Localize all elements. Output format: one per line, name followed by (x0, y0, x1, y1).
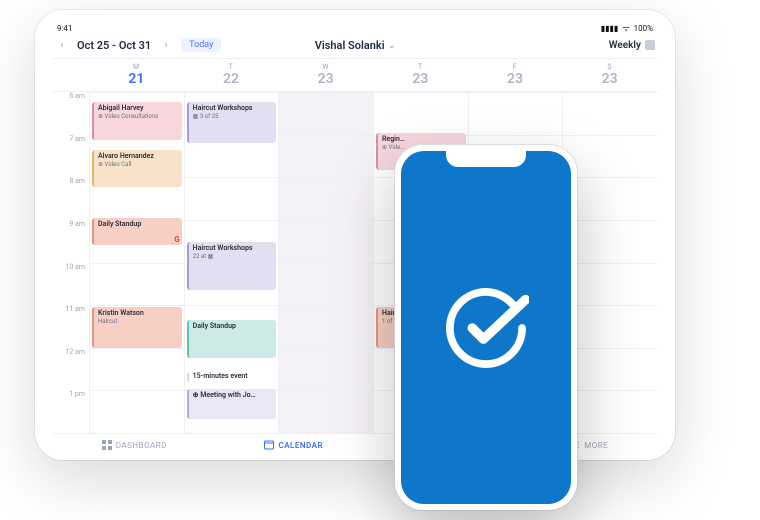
profile-name-label: Vishal Solanki (315, 39, 385, 52)
tablet-frame: 9:41 ▮▮▮▮ ᯤ 100% ‹ Oct 25 - Oct 31 › Tod… (35, 10, 675, 460)
tab-label: DASHBOARD (116, 441, 167, 450)
tab-dashboard[interactable]: DASHBOARD (102, 440, 167, 450)
event-subtitle: ⊕ Video Consultations (98, 114, 178, 121)
event-title: Haircut Workshops (193, 245, 273, 253)
calendar-event[interactable]: ⊕ Meeting with Jo… (187, 389, 277, 420)
date-range-label[interactable]: Oct 25 - Oct 31 (77, 39, 151, 52)
weekday-num: 23 (468, 71, 563, 87)
profile-selector[interactable]: Vishal Solanki ⌄ (315, 39, 396, 52)
google-badge-icon: G (174, 236, 179, 245)
calendar-event[interactable]: Haircut Workshops22 at ▦ (187, 242, 277, 290)
event-title: Daily Standup (98, 221, 178, 229)
calendar-event[interactable]: Abigail Harvey⊕ Video Consultations (92, 102, 182, 140)
day-column[interactable]: Day off (278, 92, 373, 433)
weekday-dow: T (373, 63, 468, 71)
hour-label: 6 am (53, 92, 89, 135)
event-subtitle: Haircut (98, 319, 178, 326)
weekday-col[interactable]: S 23 (562, 63, 657, 87)
hour-label: 9 am (53, 220, 89, 263)
chevron-down-icon: ⌄ (389, 41, 396, 50)
hour-label: 12 am (53, 348, 89, 391)
calendar-event[interactable]: Daily Standup G (92, 218, 182, 245)
hour-label: 11 am (53, 305, 89, 348)
calendar-event[interactable]: Alvaro Hernandez⊕ Video Call (92, 150, 182, 188)
calendar-icon (264, 440, 274, 450)
event-title: Kristin Watson (98, 310, 178, 318)
weekday-col[interactable]: T 23 (373, 63, 468, 87)
grid-icon (645, 40, 655, 50)
tab-label: CALENDAR (278, 441, 323, 450)
view-mode-label: Weekly (609, 40, 641, 51)
weekday-col[interactable]: F 23 (468, 63, 563, 87)
weekday-num: 23 (562, 71, 657, 87)
day-column[interactable]: Abigail Harvey⊕ Video Consultations Alvar… (89, 92, 184, 433)
event-title: Regin… (382, 136, 462, 144)
view-mode-toggle[interactable]: Weekly (609, 40, 655, 51)
event-title: Abigail Harvey (98, 105, 178, 113)
weekday-dow: T (184, 63, 279, 71)
event-title: Haircut Workshops (193, 105, 273, 113)
event-title: 15-minutes event (193, 373, 248, 381)
hour-gutter: 6 am 7 am 8 am 9 am 10 am 11 am 12 am 1 … (53, 92, 89, 433)
tab-calendar[interactable]: CALENDAR (264, 440, 323, 450)
tab-label: MORE (584, 441, 608, 450)
weekday-dow: W (278, 63, 373, 71)
weekday-num: 22 (184, 71, 279, 87)
calendar-event[interactable]: 15-minutes event (187, 372, 277, 382)
weekday-num: 23 (373, 71, 468, 87)
app-logo-icon (443, 285, 529, 371)
event-title: Daily Standup (193, 323, 273, 331)
hour-label: 10 am (53, 263, 89, 306)
hour-label: 8 am (53, 177, 89, 220)
weekday-dow: S (562, 63, 657, 71)
signal-icon: ▮▮▮▮ (601, 24, 619, 33)
weekday-dow: M (89, 63, 184, 71)
weekday-col[interactable]: T 22 (184, 63, 279, 87)
weekday-num: 23 (278, 71, 373, 87)
weekday-header: M 21 T 22 W 23 T 23 F 23 S 23 (53, 58, 657, 92)
event-title: ⊕ Meeting with Jo… (193, 392, 273, 400)
calendar-event[interactable]: Daily Standup (187, 320, 277, 358)
calendar-topbar: ‹ Oct 25 - Oct 31 › Today Vishal Solanki… (53, 34, 657, 58)
phone-screen (401, 151, 571, 504)
wifi-icon: ᯤ (622, 23, 629, 34)
event-title: Alvaro Hernandez (98, 153, 178, 161)
phone-notch (446, 151, 526, 167)
next-week-button[interactable]: › (159, 38, 173, 52)
day-column[interactable]: Haircut Workshops▦ 3 of 25Haircut Worksh… (184, 92, 279, 433)
prev-week-button[interactable]: ‹ (55, 38, 69, 52)
hour-label: 1 pm (53, 390, 89, 433)
weekday-num: 21 (89, 71, 184, 87)
weekday-dow: F (468, 63, 563, 71)
phone-frame (395, 145, 577, 510)
battery-text: 100% (634, 24, 653, 33)
weekday-col[interactable]: M 21 (89, 63, 184, 87)
calendar-event[interactable]: Kristin WatsonHaircut (92, 307, 182, 348)
calendar-event[interactable]: Haircut Workshops▦ 3 of 25 (187, 102, 277, 143)
hour-label: 7 am (53, 135, 89, 178)
status-time: 9:41 (57, 24, 72, 33)
event-subtitle: ⊕ Video Call (98, 162, 178, 169)
today-button[interactable]: Today (181, 38, 221, 52)
event-subtitle: ▦ 3 of 25 (193, 114, 273, 121)
dashboard-icon (102, 440, 112, 450)
event-subtitle: 22 at ▦ (193, 254, 273, 261)
weekday-col[interactable]: W 23 (278, 63, 373, 87)
tablet-statusbar: 9:41 ▮▮▮▮ ᯤ 100% (53, 22, 657, 34)
